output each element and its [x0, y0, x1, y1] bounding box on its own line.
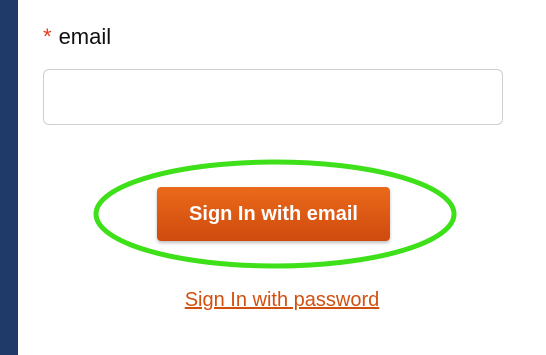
- signin-with-password-link[interactable]: Sign In with password: [18, 289, 546, 312]
- signin-card: * email Sign In with email Sign In with p…: [18, 0, 546, 355]
- email-label: * email: [43, 24, 111, 50]
- email-label-text: email: [58, 24, 112, 49]
- email-input[interactable]: [43, 69, 503, 125]
- required-marker: *: [43, 24, 52, 49]
- signin-with-email-button[interactable]: Sign In with email: [157, 187, 390, 241]
